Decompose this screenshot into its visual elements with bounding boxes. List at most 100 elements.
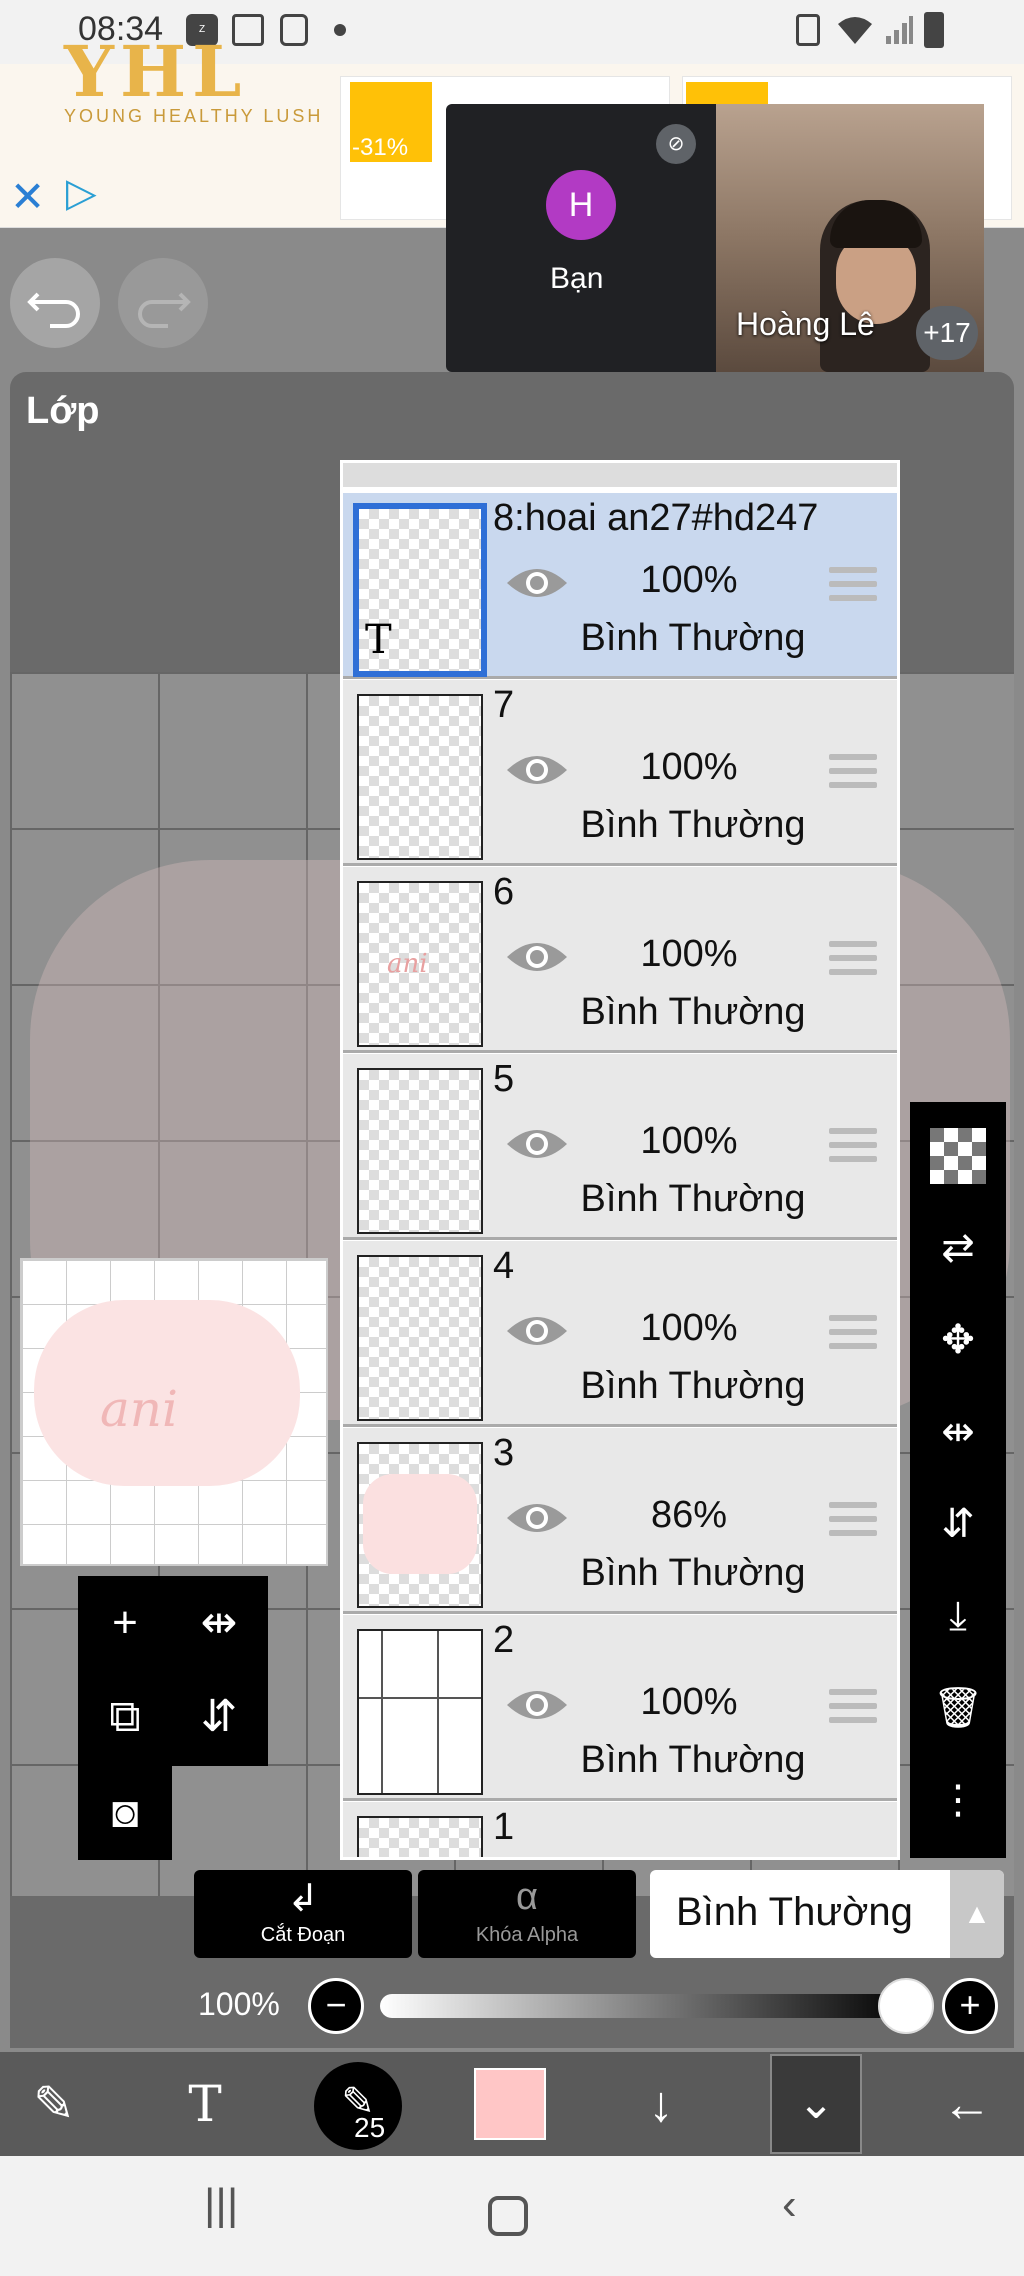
layer-opacity: 86%	[650, 1494, 728, 1536]
layer-blend-mode: Bình Thường	[580, 991, 806, 1033]
layer-row[interactable]: 3 86% Bình Thường	[343, 1428, 897, 1614]
layer-opacity: 100%	[640, 1307, 738, 1349]
participant-count-badge[interactable]: +17	[916, 306, 978, 360]
layer-opacity: 100%	[640, 1681, 738, 1723]
layer-name: 4	[493, 1245, 515, 1287]
drag-handle-icon[interactable]	[829, 1128, 877, 1166]
color-swatch[interactable]	[474, 2068, 546, 2140]
layer-row[interactable]: 1	[343, 1802, 897, 1857]
trash-icon[interactable]: 🗑	[910, 1662, 1006, 1754]
save-icon	[796, 14, 820, 46]
layer-blend-mode: Bình Thường	[580, 1178, 806, 1220]
recent-apps-icon[interactable]: |||	[204, 2180, 238, 2230]
opacity-slider[interactable]	[380, 1994, 910, 2018]
clipping-label: Cắt Đoạn	[260, 1924, 346, 1946]
layer-row[interactable]: 5 100% Bình Thường	[343, 1054, 897, 1240]
layer-row[interactable]: T 8:hoai an27#hd247 100% Bình Thường	[343, 493, 897, 679]
layer-opacity: 100%	[640, 1120, 738, 1162]
down-arrow-icon[interactable]: ↓	[616, 2052, 706, 2156]
layer-blend-mode: Bình Thường	[580, 1552, 806, 1594]
clipping-button[interactable]: ↲ Cắt Đoạn	[194, 1870, 412, 1958]
home-icon[interactable]	[488, 2196, 528, 2236]
undo-icon	[27, 292, 80, 328]
layer-thumbnail[interactable]: T	[353, 503, 487, 677]
move-icon[interactable]: ✥	[910, 1294, 1006, 1386]
flip-vertical-icon[interactable]: ⇵	[910, 1478, 1006, 1570]
drag-handle-icon[interactable]	[829, 1689, 877, 1727]
panel-title: Lớp	[26, 390, 100, 432]
drag-handle-icon[interactable]	[829, 1502, 877, 1540]
right-tools: ⇄ ✥ ⇹ ⇵ ⤓ 🗑 ⋮	[910, 1102, 1006, 1858]
ad-tagline: YOUNG HEALTHY LUSH	[64, 106, 324, 126]
camera-icon: ◙	[111, 1788, 139, 1837]
drag-handle-icon[interactable]	[829, 941, 877, 979]
layer-row[interactable]: 4 100% Bình Thường	[343, 1241, 897, 1427]
ad-close-icon[interactable]: ✕	[10, 172, 45, 221]
participant-name: Hoàng Lê	[736, 306, 875, 342]
ad-play-icon[interactable]: ▷	[66, 170, 97, 216]
opacity-label: 100%	[198, 1986, 280, 2022]
thumb-text-glyph: T	[365, 617, 392, 663]
layer-opacity: 100%	[640, 559, 738, 601]
chevron-up-icon[interactable]: ▲	[950, 1870, 1004, 1958]
back-arrow-icon[interactable]: ←	[922, 2052, 1012, 2156]
swap-icon[interactable]: ⇄	[910, 1202, 1006, 1294]
visibility-eye-icon[interactable]	[505, 935, 569, 979]
signal-icon	[884, 14, 914, 46]
layer-thumbnail[interactable]	[357, 1816, 483, 1857]
visibility-eye-icon[interactable]	[505, 1496, 569, 1540]
undo-button[interactable]	[10, 258, 100, 348]
layer-panel-toggle[interactable]: ⌄	[770, 2054, 862, 2154]
visibility-eye-icon[interactable]	[505, 748, 569, 792]
visibility-eye-icon[interactable]	[505, 561, 569, 605]
layer-row[interactable]: 7 100% Bình Thường	[343, 680, 897, 866]
double-chevron-down-icon: ⌄	[797, 2079, 835, 2128]
layer-row[interactable]: 2 100% Bình Thường	[343, 1615, 897, 1801]
alpha-lock-button[interactable]: α Khóa Alpha	[418, 1870, 636, 1958]
layer-opacity: 100%	[640, 933, 738, 975]
visibility-eye-icon[interactable]	[505, 1309, 569, 1353]
battery-icon	[924, 12, 944, 48]
flip-vertical-icon[interactable]: ⇵	[172, 1670, 266, 1764]
preview-text: ani	[100, 1380, 179, 1438]
drag-handle-icon[interactable]	[829, 754, 877, 792]
thumb-cloud	[363, 1474, 477, 1574]
layer-thumbnail[interactable]	[357, 1629, 483, 1795]
add-layer-icon[interactable]: +	[78, 1576, 172, 1670]
visibility-eye-icon[interactable]	[505, 1683, 569, 1727]
drag-handle-icon[interactable]	[829, 1315, 877, 1353]
merge-down-icon[interactable]: ⤓	[910, 1570, 1006, 1662]
alpha-lock-label: Khóa Alpha	[475, 1924, 579, 1946]
layer-thumbnail[interactable]	[357, 694, 483, 860]
layer-name: 1	[493, 1806, 515, 1848]
visibility-eye-icon[interactable]	[505, 1122, 569, 1166]
opacity-plus-button[interactable]: +	[942, 1978, 998, 2034]
layer-list[interactable]: T 8:hoai an27#hd247 100% Bình Thường 7 100% Bì…	[340, 460, 900, 1860]
meet-you-label: Bạn	[550, 262, 604, 295]
layer-blend-mode: Bình Thường	[580, 617, 806, 659]
text-tool-icon[interactable]: T	[160, 2052, 250, 2156]
layer-row[interactable]: ani 6 100% Bình Thường	[343, 867, 897, 1053]
layer-thumbnail[interactable]: ani	[357, 881, 483, 1047]
video-icon	[280, 14, 308, 46]
layer-blend-mode: Bình Thường	[580, 1365, 806, 1407]
transparency-icon[interactable]	[910, 1110, 1006, 1202]
lock-icon: α	[516, 1876, 538, 1918]
camera-button[interactable]: ◙	[78, 1766, 172, 1860]
layer-thumbnail[interactable]	[357, 1442, 483, 1608]
back-icon[interactable]: ‹	[782, 2180, 797, 2230]
redo-button[interactable]	[118, 258, 208, 348]
layer-thumbnail[interactable]	[357, 1068, 483, 1234]
flip-horizontal-icon[interactable]: ⇹	[910, 1386, 1006, 1478]
layer-thumbnail[interactable]	[357, 1255, 483, 1421]
drag-handle-icon[interactable]	[829, 567, 877, 605]
selection-tool-icon[interactable]: ✎	[14, 2052, 94, 2156]
layer-name: 2	[493, 1619, 515, 1661]
opacity-minus-button[interactable]: −	[308, 1978, 364, 2034]
flip-horizontal-icon[interactable]: ⇹	[172, 1576, 266, 1670]
layer-opacity: 100%	[640, 746, 738, 788]
duplicate-layer-icon[interactable]: ⧉	[78, 1670, 172, 1764]
layer-name: 7	[493, 684, 515, 726]
opacity-slider-knob[interactable]	[878, 1978, 934, 2034]
more-icon[interactable]: ⋮	[910, 1754, 1006, 1846]
